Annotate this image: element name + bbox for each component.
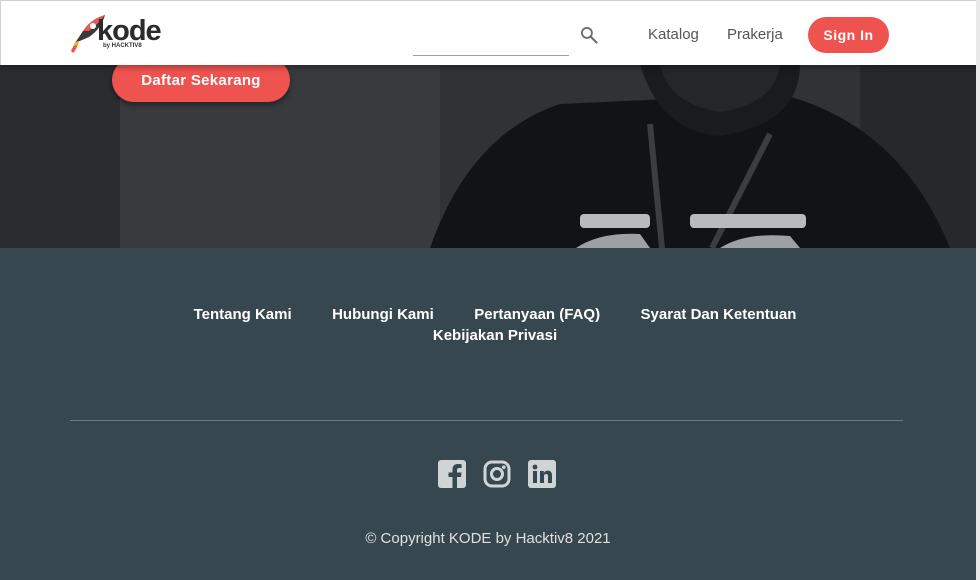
top-navbar: kode by HACKTIV8 Katalog Prakerja Sign I…: [0, 0, 978, 65]
sign-in-button[interactable]: Sign In: [808, 17, 889, 53]
instagram-icon[interactable]: [483, 460, 511, 488]
footer-link-privacy[interactable]: Kebijakan Privasi: [433, 327, 557, 344]
search-icon[interactable]: [579, 25, 599, 45]
footer-divider: [70, 420, 903, 421]
linkedin-icon[interactable]: [528, 460, 556, 488]
footer-link-about[interactable]: Tentang Kami: [194, 306, 292, 323]
kode-logo[interactable]: kode by HACKTIV8: [69, 11, 179, 55]
register-now-button[interactable]: Daftar Sekarang: [112, 64, 290, 102]
window-edge: [976, 0, 980, 580]
footer: Tentang Kami Hubungi Kami Pertanyaan (FA…: [0, 248, 976, 580]
facebook-icon[interactable]: [438, 460, 466, 488]
hero-banner: Daftar Sekarang: [0, 64, 976, 248]
footer-link-terms[interactable]: Syarat Dan Ketentuan: [641, 306, 797, 323]
nav-link-katalog[interactable]: Katalog: [648, 26, 699, 43]
footer-link-faq[interactable]: Pertanyaan (FAQ): [474, 306, 600, 323]
logo-subtitle: by HACKTIV8: [103, 43, 142, 49]
copyright-text: © Copyright KODE by Hacktiv8 2021: [365, 530, 611, 547]
footer-link-contact[interactable]: Hubungi Kami: [332, 306, 434, 323]
nav-link-prakerja[interactable]: Prakerja: [727, 26, 783, 43]
search-input[interactable]: [413, 15, 569, 56]
footer-links: Tentang Kami Hubungi Kami Pertanyaan (FA…: [130, 304, 860, 346]
